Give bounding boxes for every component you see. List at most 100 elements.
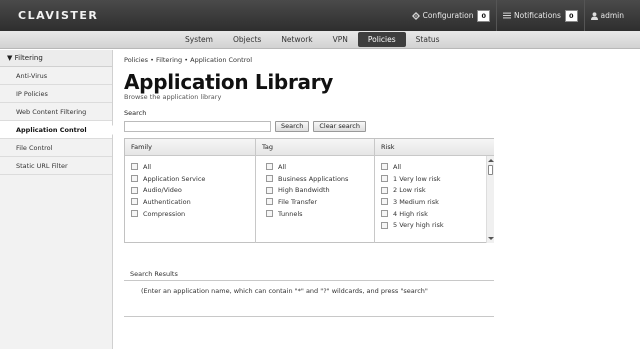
sidebar-group-label: Filtering <box>14 54 43 62</box>
checkbox[interactable] <box>131 198 138 206</box>
tag-option[interactable]: Tunnels <box>266 208 374 220</box>
checkbox[interactable] <box>266 163 273 171</box>
family-header: Family <box>125 139 255 156</box>
family-option[interactable]: All <box>131 161 255 173</box>
tag-option[interactable]: All <box>266 161 374 173</box>
option-label: 2 Low risk <box>393 186 426 195</box>
sidebar: ▼ Filtering Anti-Virus IP Policies Web C… <box>0 50 113 349</box>
family-option[interactable]: Compression <box>131 208 255 220</box>
option-label: Business Applications <box>278 174 349 183</box>
tab-network[interactable]: Network <box>271 31 322 49</box>
search-label: Search <box>124 109 147 117</box>
family-option[interactable]: Authentication <box>131 196 255 208</box>
option-label: All <box>393 162 402 171</box>
scroll-down-arrow-icon[interactable] <box>488 237 494 240</box>
tag-option[interactable]: File Transfer <box>266 196 374 208</box>
tag-column: Tag All Business Applications High Bandw… <box>256 139 374 243</box>
checkbox[interactable] <box>381 175 388 183</box>
checkbox[interactable] <box>266 198 273 206</box>
tab-status[interactable]: Status <box>406 31 450 49</box>
breadcrumb: Policies • Filtering • Application Contr… <box>124 56 253 64</box>
risk-scrollbar[interactable] <box>486 156 494 243</box>
checkbox[interactable] <box>131 175 138 183</box>
sidebar-item-file-control[interactable]: File Control <box>0 139 112 157</box>
option-label: File Transfer <box>278 197 318 206</box>
checkbox[interactable] <box>381 221 388 229</box>
filter-panel: Family All Application Service Audio/Vid… <box>124 138 494 243</box>
search-row: Search Clear search <box>124 121 634 132</box>
risk-option[interactable]: 1 Very low risk <box>381 173 494 185</box>
checkbox[interactable] <box>266 210 273 218</box>
top-bar: CLAVISTER Configuration 0 Notifications … <box>0 0 640 31</box>
risk-option[interactable]: 3 Medium risk <box>381 196 494 208</box>
option-label: Compression <box>143 209 186 218</box>
checkbox[interactable] <box>266 186 273 194</box>
sidebar-item-anti-virus[interactable]: Anti-Virus <box>0 67 112 85</box>
search-results-panel: Search Results (Enter an application nam… <box>124 270 494 317</box>
search-results-header: Search Results <box>124 270 494 281</box>
search-results-message: (Enter an application name, which can co… <box>124 281 494 317</box>
main-content: Policies • Filtering • Application Contr… <box>124 56 634 132</box>
gear-icon <box>411 11 420 20</box>
risk-option[interactable]: 2 Low risk <box>381 184 494 196</box>
user-label: admin <box>600 11 625 20</box>
option-label: 1 Very low risk <box>393 174 441 183</box>
user-menu[interactable]: admin <box>585 0 631 31</box>
checkbox[interactable] <box>381 210 388 218</box>
search-input[interactable] <box>124 121 271 132</box>
option-label: All <box>143 162 152 171</box>
risk-header: Risk <box>375 139 494 156</box>
tag-option[interactable]: Business Applications <box>266 173 374 185</box>
risk-column: Risk All 1 Very low risk 2 Low risk 3 Me… <box>375 139 494 243</box>
risk-option[interactable]: 4 High risk <box>381 208 494 220</box>
clear-search-button[interactable]: Clear search <box>313 121 367 132</box>
page-title: Application Library <box>124 70 334 94</box>
sidebar-group-filtering[interactable]: ▼ Filtering <box>0 50 112 67</box>
page-subtitle: Browse the application library <box>124 93 222 101</box>
tab-vpn[interactable]: VPN <box>323 31 358 49</box>
configuration-label: Configuration <box>422 11 474 20</box>
main-nav-bar: System Objects Network VPN Policies Stat… <box>0 31 640 49</box>
tab-objects[interactable]: Objects <box>223 31 271 49</box>
tab-policies[interactable]: Policies <box>357 32 406 47</box>
checkbox[interactable] <box>131 163 138 171</box>
family-column: Family All Application Service Audio/Vid… <box>125 139 255 243</box>
option-label: Application Service <box>143 174 206 183</box>
checkbox[interactable] <box>131 210 138 218</box>
notifications-label: Notifications <box>514 11 561 20</box>
option-label: Tunnels <box>278 209 303 218</box>
triangle-down-icon: ▼ <box>7 54 13 62</box>
configuration-button[interactable]: Configuration 0 <box>406 0 496 31</box>
configuration-count-badge: 0 <box>477 9 491 22</box>
sidebar-item-application-control[interactable]: Application Control <box>0 121 113 139</box>
sidebar-item-web-content-filtering[interactable]: Web Content Filtering <box>0 103 112 121</box>
tag-header: Tag <box>256 139 374 156</box>
user-icon <box>590 11 598 20</box>
option-label: 3 Medium risk <box>393 197 439 206</box>
risk-option[interactable]: 5 Very high risk <box>381 219 494 231</box>
search-button[interactable]: Search <box>275 121 310 132</box>
main-nav: System Objects Network VPN Policies Stat… <box>175 31 450 49</box>
checkbox[interactable] <box>381 163 388 171</box>
checkbox[interactable] <box>381 198 388 206</box>
checkbox[interactable] <box>381 186 388 194</box>
scroll-up-arrow-icon[interactable] <box>488 159 494 162</box>
sidebar-item-ip-policies[interactable]: IP Policies <box>0 85 112 103</box>
family-option[interactable]: Audio/Video <box>131 184 255 196</box>
checkbox[interactable] <box>266 175 273 183</box>
tab-system[interactable]: System <box>175 31 223 49</box>
tag-option[interactable]: High Bandwidth <box>266 184 374 196</box>
notifications-button[interactable]: Notifications 0 <box>497 0 583 31</box>
option-label: 5 Very high risk <box>393 221 444 230</box>
checkbox[interactable] <box>131 186 138 194</box>
risk-option[interactable]: All <box>381 161 494 173</box>
option-label: High Bandwidth <box>278 186 330 195</box>
scroll-thumb[interactable] <box>488 165 493 175</box>
notifications-count-badge: 0 <box>564 9 578 22</box>
option-label: 4 High risk <box>393 209 428 218</box>
list-icon <box>503 12 512 19</box>
option-label: Audio/Video <box>143 186 182 195</box>
clavister-logo: CLAVISTER <box>18 9 99 22</box>
sidebar-item-static-url-filter[interactable]: Static URL Filter <box>0 157 112 175</box>
family-option[interactable]: Application Service <box>131 173 255 185</box>
